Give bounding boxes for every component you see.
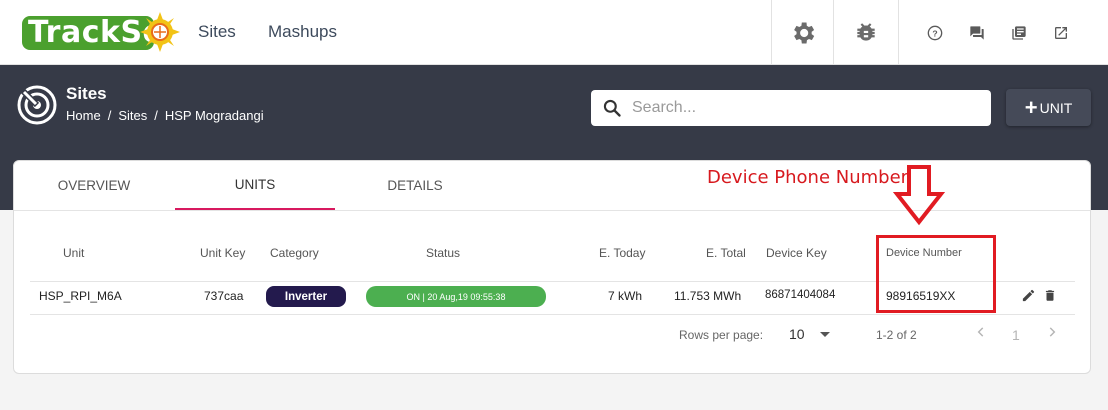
tab-details[interactable]: DETAILS (335, 161, 495, 210)
gear-icon[interactable] (787, 17, 819, 49)
chat-icon[interactable] (968, 24, 986, 42)
toolbar-divider (898, 0, 899, 65)
tab-units[interactable]: UNITS (175, 161, 335, 210)
search-icon (603, 99, 621, 117)
toolbar-divider (833, 0, 834, 65)
nav-sites[interactable]: Sites (198, 22, 236, 42)
top-bar: TrackSo Sites Mashups ? (0, 0, 1108, 65)
column-header-e-today: E. Today (599, 246, 646, 260)
column-header-e-total: E. Total (706, 246, 746, 260)
annotation-arrow-icon (893, 165, 945, 226)
category-badge: Inverter (266, 286, 346, 307)
cell-device-key: 86871404084 (765, 289, 836, 301)
sun-icon (140, 12, 180, 52)
breadcrumb-sites[interactable]: Sites (118, 108, 147, 123)
docs-icon[interactable] (1010, 24, 1028, 42)
column-header-category: Category (270, 246, 319, 260)
site-target-icon (17, 85, 57, 125)
current-page: 1 (1012, 327, 1020, 343)
search-box[interactable] (591, 90, 991, 126)
add-unit-label: UNIT (1039, 99, 1073, 116)
cell-unit-key: 737caa (204, 289, 244, 303)
previous-page-button[interactable] (974, 324, 988, 345)
annotation-label: Device Phone Number (707, 167, 909, 188)
bug-icon[interactable] (851, 17, 881, 49)
toolbar-divider (771, 0, 772, 65)
rows-per-page-label: Rows per page: (679, 328, 764, 342)
cell-e-today: 7 kWh (608, 289, 643, 303)
external-link-icon[interactable] (1052, 24, 1070, 42)
annotation-highlight-box (876, 235, 996, 313)
page-title: Sites (66, 84, 107, 103)
breadcrumb-separator: / (107, 108, 112, 123)
trackso-logo[interactable]: TrackSo (22, 12, 180, 54)
column-header-status: Status (426, 246, 461, 260)
breadcrumb-separator: / (154, 108, 158, 123)
cell-unit[interactable]: HSP_RPI_M6A (39, 289, 122, 303)
next-page-button[interactable] (1045, 324, 1059, 345)
column-header-device-key: Device Key (766, 246, 827, 260)
help-icon[interactable]: ? (926, 24, 944, 42)
search-input[interactable] (632, 99, 972, 117)
breadcrumb: Home / Sites / HSP Mogradangi (66, 108, 264, 123)
plus-icon: + (1024, 94, 1038, 120)
breadcrumb-current-site: HSP Mogradangi (164, 108, 264, 123)
delete-icon[interactable] (1043, 288, 1057, 308)
row-divider (30, 314, 1075, 315)
breadcrumb-home[interactable]: Home (66, 108, 101, 123)
column-header-unit-key: Unit Key (200, 246, 246, 260)
svg-text:?: ? (932, 28, 937, 38)
rows-per-page-select[interactable]: 10 (789, 326, 805, 342)
status-badge: ON | 20 Aug,19 09:55:38 (366, 286, 546, 307)
nav-mashups[interactable]: Mashups (268, 22, 337, 42)
edit-icon[interactable] (1021, 288, 1036, 308)
add-unit-button[interactable]: + UNIT (1006, 89, 1091, 126)
cell-e-total: 11.753 MWh (674, 289, 742, 303)
pagination-range: 1-2 of 2 (876, 328, 917, 342)
tab-overview[interactable]: OVERVIEW (14, 161, 174, 210)
chevron-down-icon[interactable] (820, 332, 830, 337)
column-header-unit: Unit (63, 246, 85, 260)
